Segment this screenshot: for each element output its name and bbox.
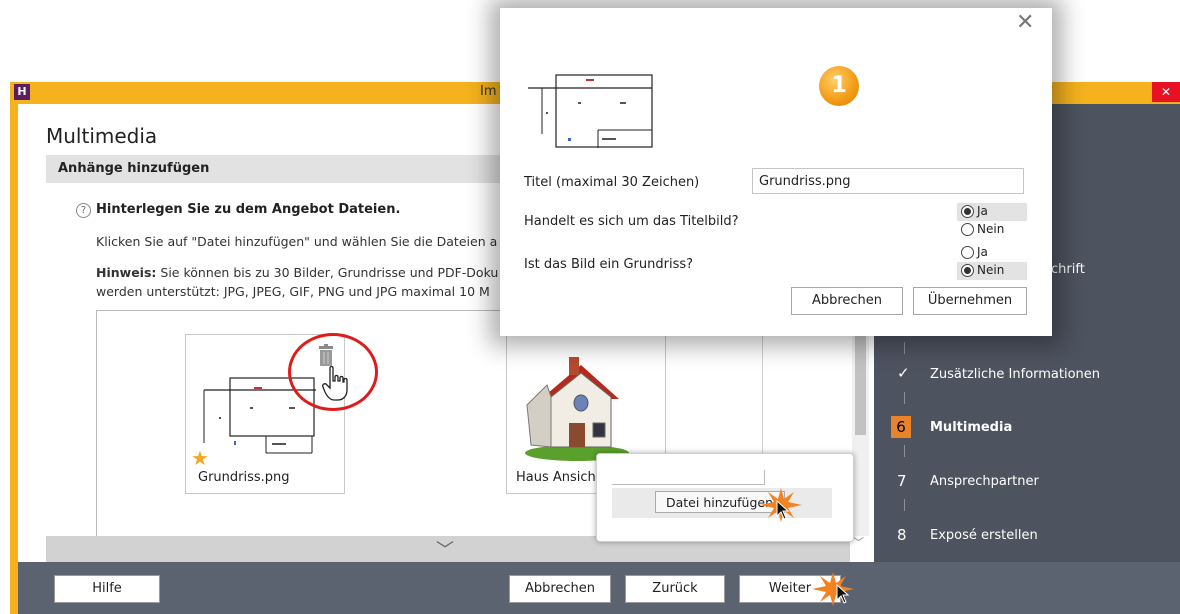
pointer-cursor-icon <box>836 584 850 604</box>
cancel-button[interactable]: Abbrechen <box>509 575 611 603</box>
step-badge: 1 <box>819 66 859 106</box>
step-connector <box>904 445 905 457</box>
thumbnail-label: Grundriss.png <box>198 470 290 485</box>
star-icon: ★ <box>191 446 209 470</box>
pointer-cursor-icon <box>776 500 790 520</box>
callout-divider <box>612 470 765 485</box>
help-button[interactable]: Hilfe <box>54 575 160 603</box>
step-connector <box>904 392 905 404</box>
instruction-text: Klicken Sie auf "Datei hinzufügen" und w… <box>96 234 498 249</box>
radio-nein[interactable]: Nein <box>957 221 1027 239</box>
close-icon[interactable]: ✕ <box>1016 10 1034 35</box>
title-input[interactable] <box>752 168 1024 194</box>
radio-label: Ja <box>977 204 988 218</box>
floorplan-question: Ist das Bild ein Grundriss? <box>524 257 694 272</box>
floorplan-preview-image <box>528 74 653 148</box>
window-close-button[interactable]: ✕ <box>1152 82 1180 102</box>
supported-formats-text: werden unterstützt: JPG, JPEG, GIF, PNG … <box>96 284 490 299</box>
radio-selected-icon <box>961 205 974 218</box>
title-image-radio-group: Ja Nein <box>957 202 1027 240</box>
scroll-down-icon[interactable]: ﹀ <box>853 534 864 550</box>
hint-text-body: Sie können bis zu 30 Bilder, Grundrisse … <box>156 265 499 280</box>
app-icon: H <box>14 84 30 100</box>
chevron-down-icon[interactable]: ﹀ <box>436 536 454 562</box>
step-connector <box>904 499 905 511</box>
dialog-cancel-button[interactable]: Abbrechen <box>791 287 903 315</box>
title-image-question: Handelt es sich um das Titelbild? <box>524 214 739 229</box>
check-icon: ✓ <box>897 364 910 382</box>
hint-text: Hinweis: Sie können bis zu 30 Bilder, Gr… <box>96 265 498 280</box>
radio-ja[interactable]: Ja <box>957 244 1027 262</box>
radio-unselected-icon <box>961 246 974 259</box>
step-number-active: 6 <box>891 416 911 438</box>
radio-label: Nein <box>977 263 1005 277</box>
dialog-apply-button[interactable]: Übernehmen <box>913 287 1027 315</box>
radio-ja[interactable]: Ja <box>957 203 1027 221</box>
step-connector <box>904 342 905 354</box>
scrollbar-thumb[interactable] <box>855 330 866 435</box>
radio-nein[interactable]: Nein <box>957 262 1027 280</box>
radio-unselected-icon <box>961 223 974 236</box>
title-field-label: Titel (maximal 30 Zeichen) <box>524 175 700 190</box>
window-title: Im <box>480 84 497 99</box>
floorplan-radio-group: Ja Nein <box>957 243 1027 281</box>
step-label[interactable]: chrift <box>1051 262 1085 277</box>
section-title: Anhänge hinzufügen <box>58 161 210 176</box>
step-multimedia[interactable]: Multimedia <box>930 420 1012 435</box>
hint-title: Hinterlegen Sie zu dem Angebot Dateien. <box>96 202 401 217</box>
step-number: 7 <box>897 472 907 490</box>
thumbnail-label: Haus Ansich <box>516 470 596 485</box>
step-contact[interactable]: Ansprechpartner <box>930 474 1039 489</box>
radio-selected-icon <box>961 264 974 277</box>
radio-label: Ja <box>977 245 988 259</box>
radio-label: Nein <box>977 222 1005 236</box>
hint-label: Hinweis: <box>96 265 157 280</box>
step-additional-info[interactable]: Zusätzliche Informationen <box>930 367 1100 382</box>
hand-cursor-icon <box>322 366 348 401</box>
page-title: Multimedia <box>46 124 158 148</box>
step-number: 8 <box>897 526 907 544</box>
help-icon[interactable]: ? <box>76 203 91 218</box>
back-button[interactable]: Zurück <box>625 575 725 603</box>
step-create-expose[interactable]: Exposé erstellen <box>930 528 1038 543</box>
